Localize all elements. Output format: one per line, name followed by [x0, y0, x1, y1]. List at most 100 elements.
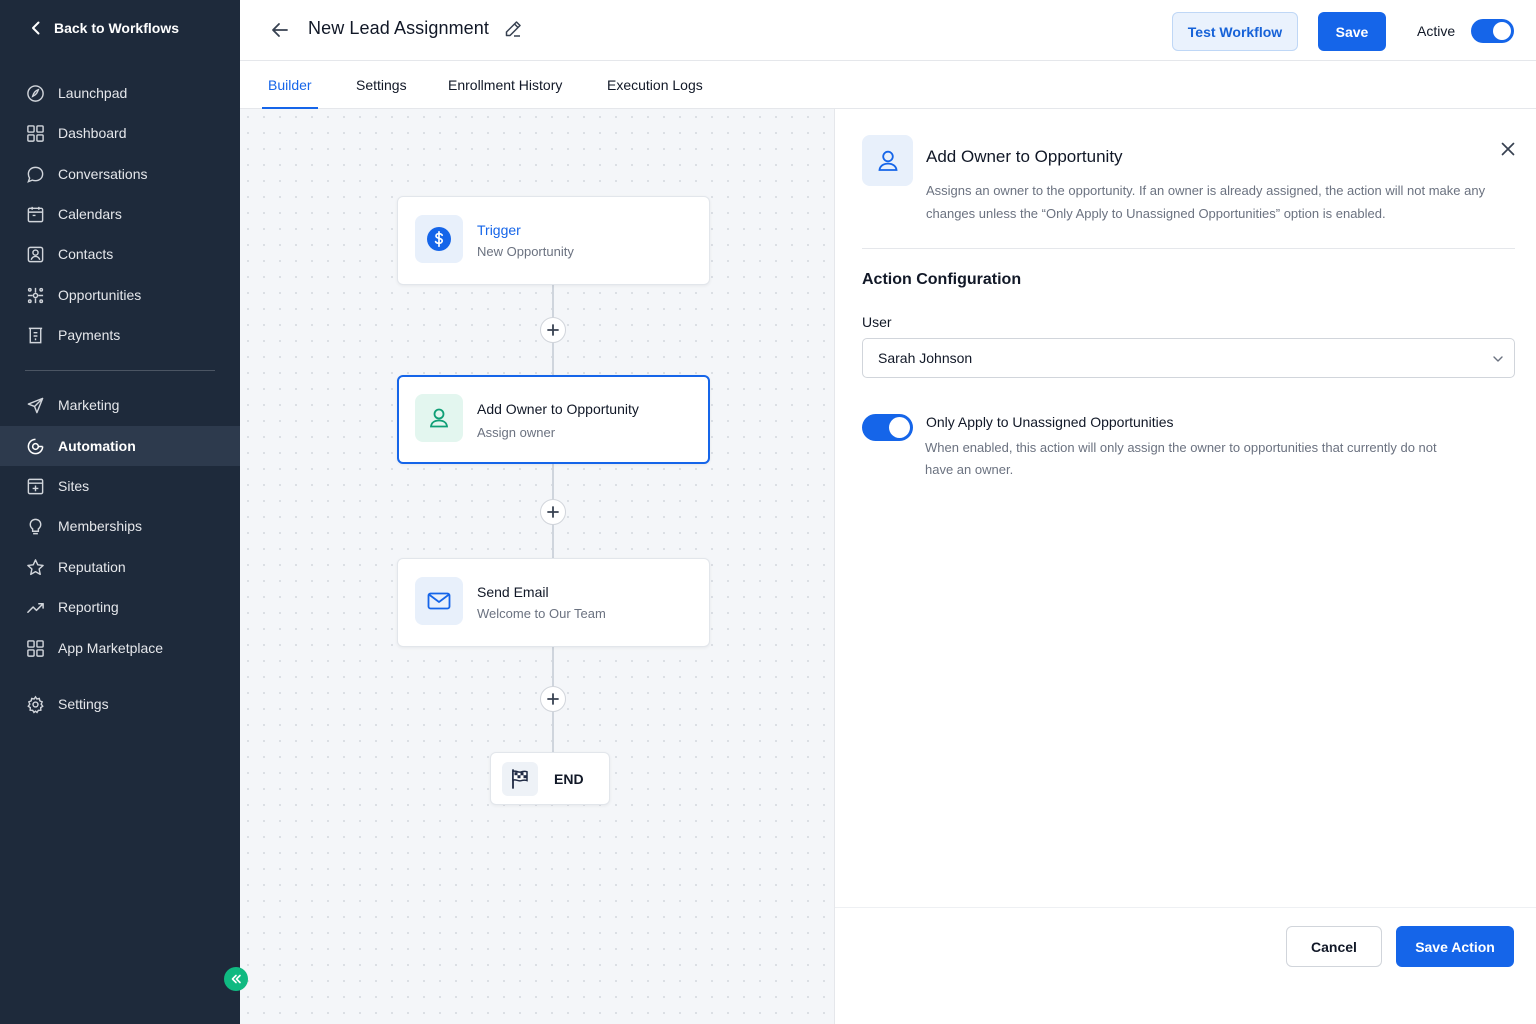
- footer-divider: [835, 907, 1536, 908]
- user-field-label: User: [862, 314, 892, 330]
- lightbulb-icon: [29, 518, 42, 534]
- tab-execution-logs[interactable]: Execution Logs: [607, 61, 703, 108]
- node-subtitle: Welcome to Our Team: [477, 606, 606, 621]
- sidebar-item-label: Automation: [58, 438, 136, 454]
- dollar-circle-icon: [427, 227, 451, 251]
- close-icon[interactable]: [1499, 140, 1517, 158]
- node-title: Send Email: [477, 584, 549, 600]
- active-toggle[interactable]: [1471, 19, 1514, 43]
- save-button[interactable]: Save: [1318, 12, 1386, 51]
- edit-pencil-icon[interactable]: [503, 19, 523, 39]
- sidebar-item-payments[interactable]: Payments: [0, 315, 240, 355]
- apps-grid-icon: [27, 639, 44, 657]
- end-label: END: [554, 771, 584, 787]
- chevron-down-icon: [1493, 356, 1503, 362]
- sidebar-item-reporting[interactable]: Reporting: [0, 587, 240, 627]
- add-step-button[interactable]: [540, 499, 566, 525]
- automation-icon: [27, 438, 44, 454]
- toggle-knob: [1493, 22, 1511, 40]
- gear-icon: [27, 695, 44, 713]
- section-title: Action Configuration: [862, 271, 1022, 288]
- send-icon: [27, 397, 44, 413]
- sidebar-item-label: Marketing: [58, 397, 120, 413]
- send-email-node[interactable]: Send Email Welcome to Our Team: [397, 558, 710, 647]
- sidebar-item-label: Contacts: [58, 246, 114, 262]
- sidebar-divider: [25, 370, 215, 371]
- receipt-icon: [28, 327, 43, 343]
- sidebar: Back to Workflows Launchpad Dashboard Co…: [0, 0, 240, 1024]
- chat-bubble-icon: [27, 166, 44, 183]
- back-to-workflows-link[interactable]: Back to Workflows: [28, 20, 179, 36]
- sidebar-item-launchpad[interactable]: Launchpad: [0, 73, 240, 113]
- sidebar-item-automation[interactable]: Automation: [0, 426, 240, 466]
- sidebar-item-label: Payments: [58, 327, 121, 343]
- node-icon-box: [415, 215, 463, 263]
- collapse-sidebar-button[interactable]: [224, 967, 248, 991]
- sidebar-item-calendars[interactable]: Calendars: [0, 194, 240, 234]
- sidebar-item-label: Reputation: [58, 559, 126, 575]
- plus-icon: [547, 506, 559, 518]
- tab-enrollment-history[interactable]: Enrollment History: [448, 61, 562, 108]
- chevrons-left-icon: [231, 974, 241, 984]
- star-icon: [27, 558, 44, 575]
- action-config-panel: Add Owner to Opportunity Assigns an owne…: [834, 109, 1536, 1024]
- sidebar-item-settings[interactable]: Settings: [0, 684, 240, 724]
- checkered-flag-icon: [512, 769, 528, 789]
- plus-icon: [547, 693, 559, 705]
- toggle-title: Only Apply to Unassigned Opportunities: [926, 414, 1174, 430]
- tab-bar: Builder Settings Enrollment History Exec…: [240, 61, 1536, 109]
- node-subtitle: Assign owner: [477, 425, 556, 440]
- top-header: New Lead Assignment Test Workflow Save A…: [240, 0, 1536, 61]
- node-title: Trigger: [477, 222, 521, 238]
- contact-card-icon: [27, 246, 44, 262]
- tab-builder[interactable]: Builder: [262, 61, 318, 109]
- sidebar-item-marketing[interactable]: Marketing: [0, 385, 240, 425]
- toggle-description: When enabled, this action will only assi…: [925, 440, 1437, 477]
- launchpad-icon: [27, 84, 44, 102]
- add-owner-node[interactable]: Add Owner to Opportunity Assign owner: [397, 375, 710, 464]
- end-icon-box: [502, 762, 538, 796]
- tab-settings[interactable]: Settings: [356, 61, 407, 108]
- active-label: Active: [1417, 23, 1456, 39]
- save-action-button[interactable]: Save Action: [1396, 926, 1514, 967]
- sidebar-item-sites[interactable]: Sites: [0, 466, 240, 506]
- sidebar-item-label: Opportunities: [58, 287, 142, 303]
- add-step-button[interactable]: [540, 317, 566, 343]
- sidebar-item-label: Launchpad: [58, 85, 128, 101]
- node-icon-box: [415, 394, 463, 442]
- mail-icon: [427, 592, 451, 610]
- test-workflow-button[interactable]: Test Workflow: [1172, 12, 1298, 51]
- sidebar-item-opportunities[interactable]: Opportunities: [0, 275, 240, 315]
- sidebar-item-dashboard[interactable]: Dashboard: [0, 113, 240, 153]
- plus-icon: [547, 324, 559, 336]
- cancel-button[interactable]: Cancel: [1286, 926, 1382, 967]
- panel-icon-box: [862, 135, 913, 186]
- panel-divider: [862, 248, 1515, 249]
- node-title: Add Owner to Opportunity: [477, 401, 639, 417]
- trend-icon: [27, 602, 44, 613]
- end-node[interactable]: END: [490, 752, 610, 805]
- panel-title: Add Owner to Opportunity: [926, 147, 1123, 166]
- toggle-knob: [889, 417, 910, 438]
- sidebar-item-label: Sites: [58, 478, 90, 494]
- add-step-button[interactable]: [540, 686, 566, 712]
- arrow-left-icon[interactable]: [269, 19, 291, 41]
- dashboard-icon: [27, 124, 44, 142]
- sidebar-item-reputation[interactable]: Reputation: [0, 547, 240, 587]
- sidebar-item-label: Settings: [58, 696, 109, 712]
- panel-description: Assigns an owner to the opportunity. If …: [926, 183, 1486, 221]
- sidebar-item-conversations[interactable]: Conversations: [0, 154, 240, 194]
- sidebar-item-memberships[interactable]: Memberships: [0, 506, 240, 546]
- user-select[interactable]: Sarah Johnson: [862, 338, 1515, 378]
- user-icon: [877, 150, 898, 171]
- sidebar-item-label: Dashboard: [58, 125, 127, 141]
- sidebar-item-label: Memberships: [58, 518, 143, 534]
- sites-icon: [27, 478, 44, 494]
- unassigned-only-toggle[interactable]: [862, 414, 913, 441]
- sidebar-item-app-marketplace[interactable]: App Marketplace: [0, 628, 240, 668]
- sidebar-item-contacts[interactable]: Contacts: [0, 234, 240, 274]
- trigger-node[interactable]: Trigger New Opportunity: [397, 196, 710, 285]
- opportunities-icon: [27, 287, 44, 303]
- calendar-icon: [27, 206, 44, 222]
- sidebar-item-label: Reporting: [58, 599, 119, 615]
